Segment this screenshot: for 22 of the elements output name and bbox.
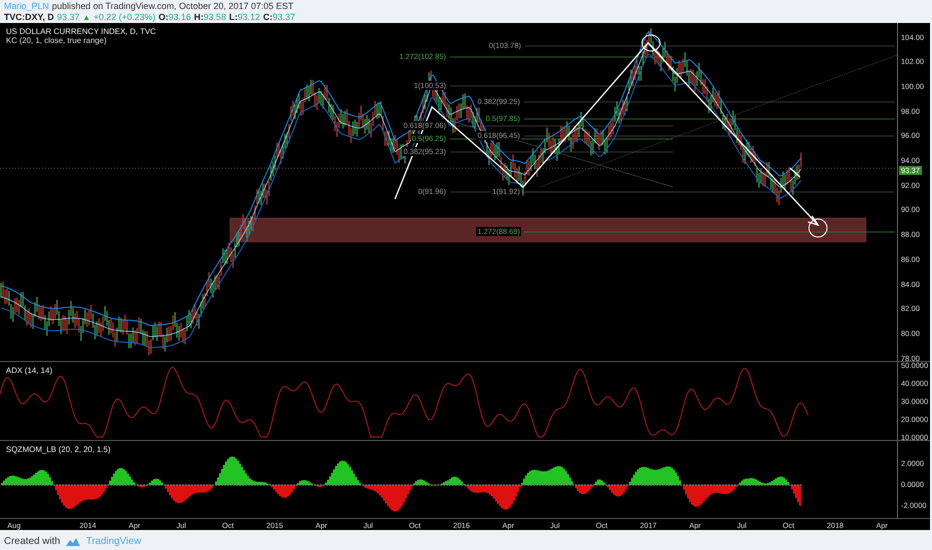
brand-link[interactable]: TradingView bbox=[86, 536, 142, 547]
ohlc-value: 93.12 bbox=[238, 12, 260, 23]
indicator-label: KC (20, 1, close, true range) bbox=[6, 36, 108, 45]
ohlc-value: 93.37 bbox=[272, 12, 296, 23]
ohlc-value: 93.58 bbox=[204, 12, 226, 23]
footer-text: Created with bbox=[4, 536, 60, 547]
circle-marker bbox=[642, 34, 660, 52]
published-text: published on TradingView.com, October 20, 2017 07:05 EST bbox=[52, 1, 294, 12]
sqzmom-label: SQZMOM_LB (20, 2, 20, 1.5) bbox=[6, 445, 110, 454]
ohlc-label: O: bbox=[158, 12, 169, 23]
ohlc-label: H: bbox=[194, 12, 204, 23]
circle-marker bbox=[808, 218, 828, 238]
ohlc-label: C: bbox=[263, 12, 273, 23]
change-text: +0.22 (+0.23%) bbox=[93, 12, 156, 23]
author-link[interactable]: Mario_PLN bbox=[4, 1, 50, 12]
adx-label: ADX (14, 14) bbox=[6, 366, 52, 375]
chart-title: US DOLLAR CURRENCY INDEX, D, TVC bbox=[6, 27, 156, 36]
symbol-text: TVC:DXY, D bbox=[4, 12, 54, 23]
ohlc-label: L: bbox=[229, 12, 238, 23]
last-price-text: 93.37 bbox=[57, 12, 80, 23]
ohlc-value: 93.16 bbox=[168, 12, 192, 23]
up-arrow: ▲ bbox=[82, 12, 90, 23]
